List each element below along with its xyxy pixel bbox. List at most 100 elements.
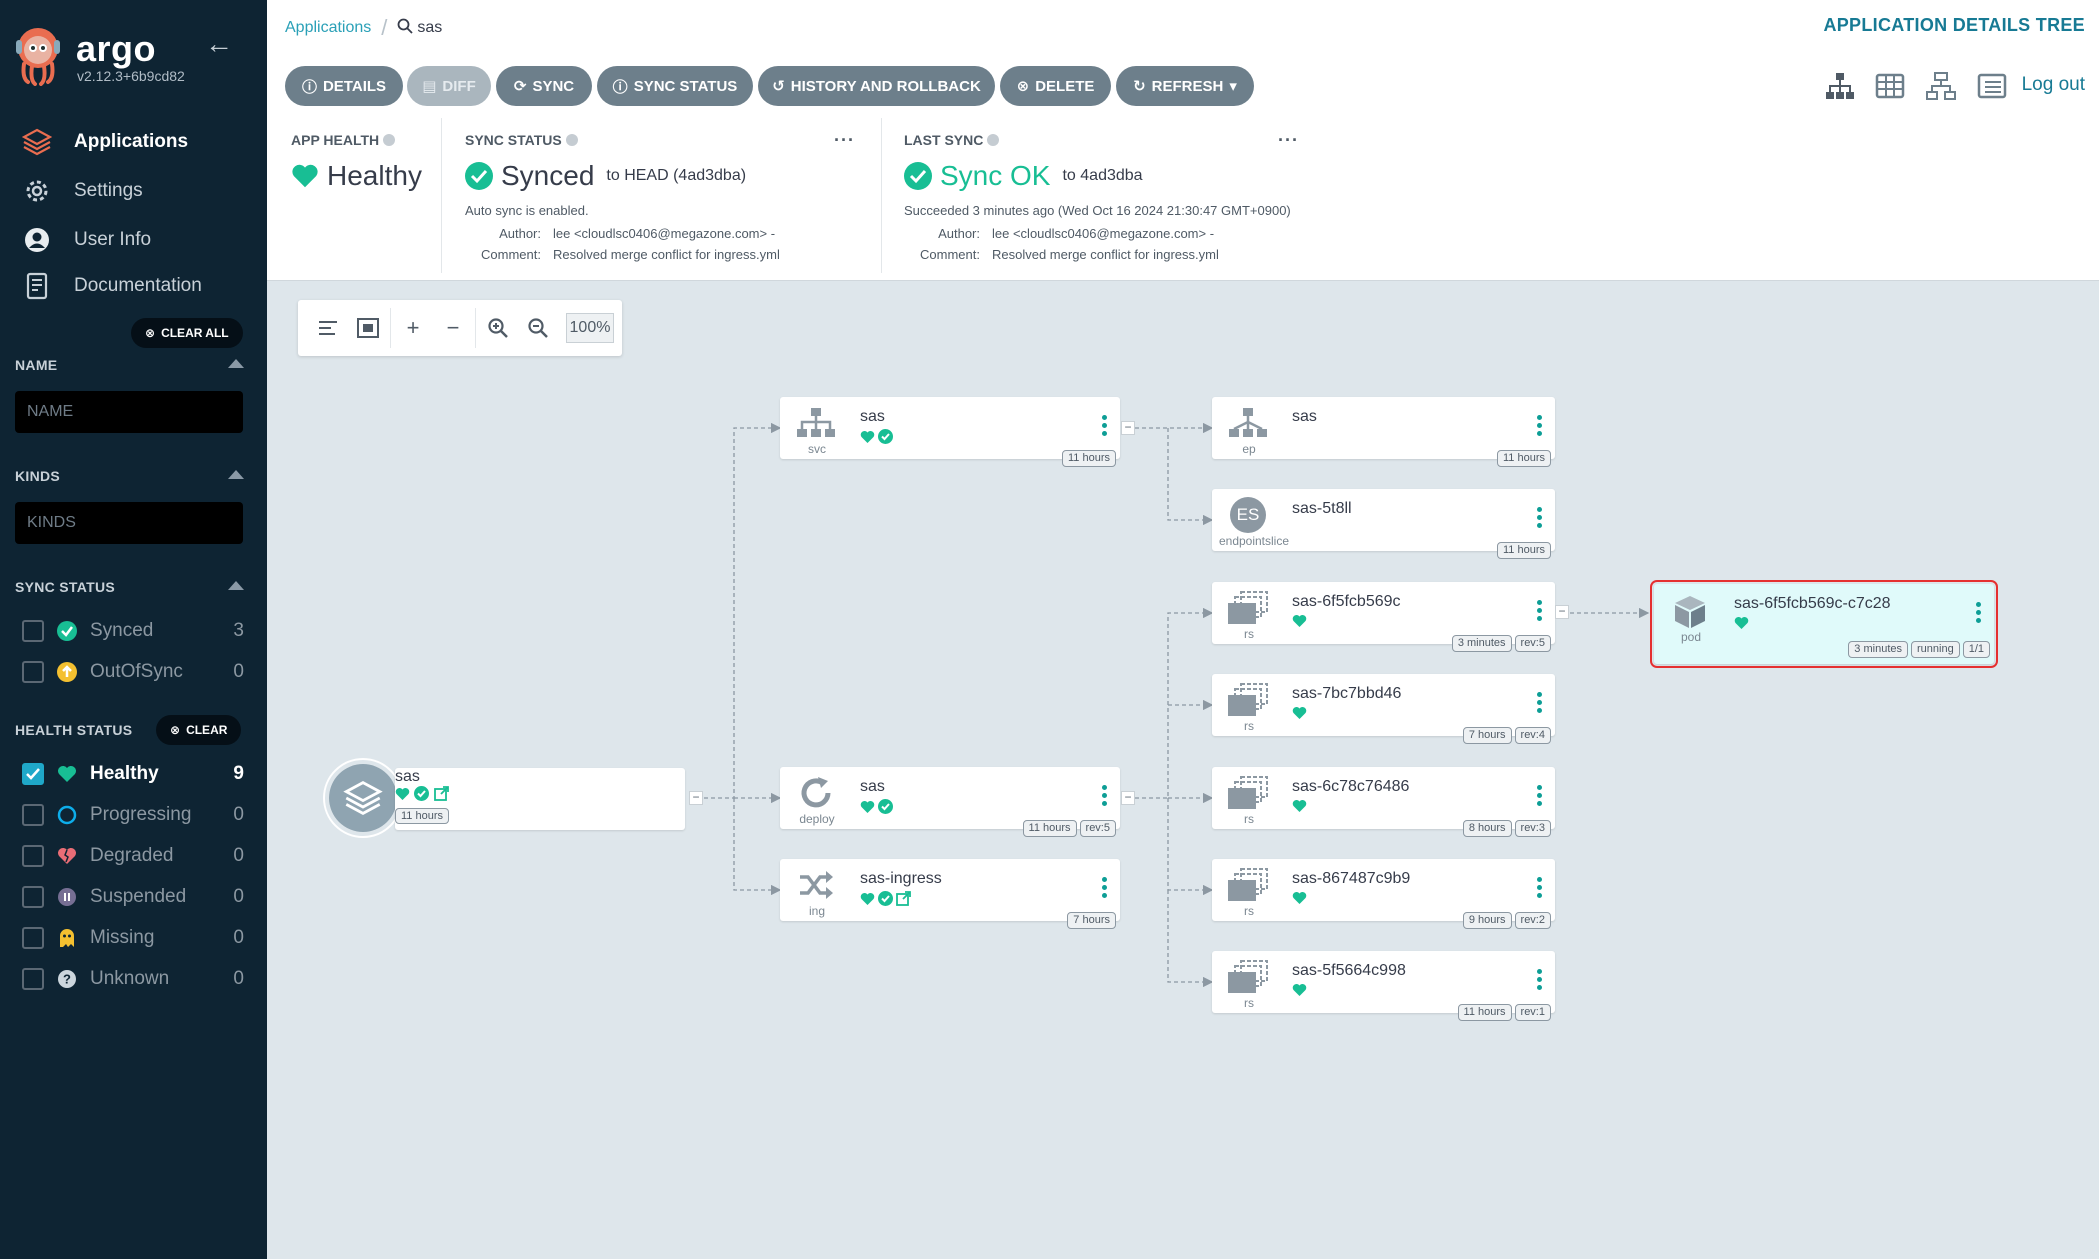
- node-rs-2[interactable]: rs sas-7bc7bbd46 7 hours rev:4: [1212, 674, 1555, 744]
- node-name: sas: [1292, 408, 1317, 425]
- checkbox[interactable]: [22, 620, 44, 642]
- collapse-kinds-filter-icon[interactable]: [228, 470, 244, 479]
- tree-view-icon[interactable]: [1824, 70, 1856, 102]
- collapse-toggle[interactable]: −: [1121, 791, 1135, 805]
- sync-status-button[interactable]: ⓘ SYNC STATUS: [597, 66, 753, 106]
- node-rs-1[interactable]: rs sas-6f5fcb569c 3 minutes rev:5: [1212, 582, 1555, 652]
- node-menu-icon[interactable]: [1537, 600, 1543, 621]
- nav-documentation[interactable]: Documentation: [20, 270, 202, 302]
- last-sync-more-icon[interactable]: ···: [1278, 130, 1299, 151]
- version-label: v2.12.3+6b9cd82: [77, 68, 185, 84]
- filter-unknown[interactable]: ? Unknown 0: [22, 966, 244, 992]
- node-ing-sas-ingress[interactable]: ing sas-ingress 7 hours: [780, 859, 1120, 929]
- gear-icon: [20, 176, 54, 206]
- breadcrumb-applications-link[interactable]: Applications: [285, 19, 371, 37]
- node-rs-5[interactable]: rs sas-5f5664c998 11 hours rev:1: [1212, 951, 1555, 1021]
- node-menu-icon[interactable]: [1102, 785, 1108, 806]
- app-health-value: Healthy: [291, 160, 422, 192]
- collapse-toggle[interactable]: −: [1121, 421, 1135, 435]
- help-icon[interactable]: [987, 134, 1000, 146]
- node-name: sas-5t8ll: [1292, 500, 1352, 517]
- argo-octopus-logo[interactable]: [14, 26, 62, 86]
- ghost-icon: [56, 927, 78, 949]
- collapse-minus-icon[interactable]: −: [433, 308, 473, 348]
- nav-user-info[interactable]: User Info: [20, 224, 151, 256]
- checkbox-checked[interactable]: [22, 763, 44, 785]
- sync-status-more-icon[interactable]: ···: [834, 130, 855, 151]
- clear-health-filter-button[interactable]: ⊗ CLEAR: [156, 715, 242, 745]
- node-svc-sas[interactable]: svc sas 11 hours: [780, 397, 1120, 467]
- pods-view-icon[interactable]: [1874, 70, 1906, 102]
- sync-status-value: Synced to HEAD (4ad3dba): [465, 160, 746, 192]
- page-title: APPLICATION DETAILS TREE: [1823, 15, 2085, 35]
- filter-suspended[interactable]: Suspended 0: [22, 884, 244, 910]
- app-health-title: APP HEALTH: [291, 132, 396, 148]
- node-rs-3[interactable]: rs sas-6c78c76486 8 hours rev:3: [1212, 767, 1555, 837]
- node-menu-icon[interactable]: [1537, 785, 1543, 806]
- count: 0: [233, 886, 244, 907]
- node-menu-icon[interactable]: [1537, 415, 1543, 436]
- delete-button[interactable]: ⊗ DELETE: [1000, 66, 1111, 106]
- help-icon[interactable]: [383, 134, 396, 146]
- filter-outofsync[interactable]: OutOfSync 0: [22, 659, 244, 685]
- checkbox[interactable]: [22, 845, 44, 867]
- node-menu-icon[interactable]: [1537, 877, 1543, 898]
- checkbox[interactable]: [22, 968, 44, 990]
- clear-all-filters-button[interactable]: ⊗ CLEAR ALL: [131, 318, 243, 348]
- align-left-icon[interactable]: [308, 308, 348, 348]
- node-menu-icon[interactable]: [1102, 415, 1108, 436]
- collapse-sidebar-icon[interactable]: ←: [205, 28, 233, 60]
- question-circle-icon: ?: [56, 968, 78, 990]
- checkbox[interactable]: [22, 927, 44, 949]
- deployment-icon: [794, 775, 838, 811]
- sync-button[interactable]: ⟳ SYNC: [496, 66, 592, 106]
- filter-missing[interactable]: Missing 0: [22, 925, 244, 951]
- filter-progressing[interactable]: Progressing 0: [22, 802, 244, 828]
- node-menu-icon[interactable]: [1537, 507, 1543, 528]
- diff-button[interactable]: ▤ DIFF: [407, 66, 491, 106]
- node-pod-highlighted[interactable]: pod sas-6f5fcb569c-c7c28 3 minutes runnin…: [1650, 580, 1998, 668]
- checkbox[interactable]: [22, 886, 44, 908]
- nav-settings[interactable]: Settings: [20, 175, 143, 207]
- node-ep-sas[interactable]: ep sas 11 hours: [1212, 397, 1555, 467]
- checkbox[interactable]: [22, 661, 44, 683]
- node-rs-4[interactable]: rs sas-867487c9b9 9 hours rev:2: [1212, 859, 1555, 929]
- list-view-icon[interactable]: [1976, 70, 2008, 102]
- node-deploy-sas[interactable]: deploy sas 11 hours rev:5: [780, 767, 1120, 837]
- collapse-sync-status-icon[interactable]: [228, 581, 244, 590]
- node-menu-icon[interactable]: [1102, 877, 1108, 898]
- network-view-icon[interactable]: [1925, 70, 1957, 102]
- svg-text:?: ?: [63, 972, 71, 987]
- logout-link[interactable]: Log out: [2022, 74, 2085, 96]
- fit-screen-icon[interactable]: [348, 308, 388, 348]
- external-link-icon: [896, 891, 911, 906]
- app-card[interactable]: sas 11 hours: [395, 768, 685, 830]
- nav-applications[interactable]: Applications: [20, 126, 188, 158]
- collapse-toggle[interactable]: −: [689, 791, 703, 805]
- details-button[interactable]: ⓘ DETAILS: [285, 66, 403, 106]
- filter-healthy[interactable]: Healthy 9: [22, 761, 244, 787]
- collapse-toggle[interactable]: −: [1555, 605, 1569, 619]
- checkbox[interactable]: [22, 804, 44, 826]
- zoom-out-icon[interactable]: [518, 308, 558, 348]
- expand-plus-icon[interactable]: +: [393, 308, 433, 348]
- filter-degraded[interactable]: Degraded 0: [22, 843, 244, 869]
- check-circle-icon: [878, 891, 893, 906]
- node-menu-icon[interactable]: [1537, 692, 1543, 713]
- node-endpointslice[interactable]: ES endpointslice sas-5t8ll 11 hours: [1212, 489, 1555, 559]
- history-icon: ↺: [772, 78, 785, 95]
- node-tags: 3 minutes rev:5: [1451, 635, 1551, 652]
- filter-synced[interactable]: Synced 3: [22, 618, 244, 644]
- help-icon[interactable]: [565, 134, 578, 146]
- node-status: [1734, 616, 1749, 630]
- node-menu-icon[interactable]: [1537, 969, 1543, 990]
- node-name: sas-6c78c76486: [1292, 778, 1410, 795]
- kinds-filter-input[interactable]: [15, 502, 243, 544]
- node-menu-icon[interactable]: [1976, 602, 1982, 623]
- collapse-name-filter-icon[interactable]: [228, 359, 244, 368]
- history-rollback-button[interactable]: ↺ HISTORY AND ROLLBACK: [758, 66, 995, 106]
- app-icon[interactable]: [325, 760, 401, 836]
- name-filter-input[interactable]: [15, 391, 243, 433]
- zoom-in-icon[interactable]: [478, 308, 518, 348]
- refresh-button[interactable]: ↻ REFRESH ▾: [1116, 66, 1254, 106]
